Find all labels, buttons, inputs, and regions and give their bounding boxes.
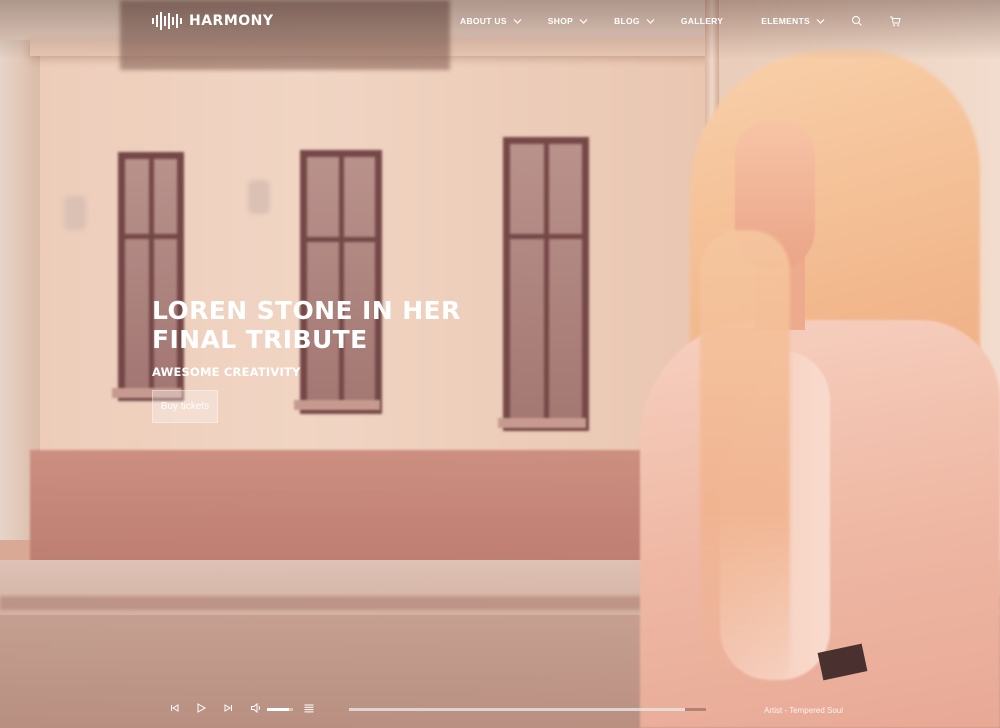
search-icon[interactable] (851, 15, 863, 27)
nav-item-about-us[interactable]: ABOUT US (460, 16, 522, 26)
chevron-down-icon (816, 18, 825, 24)
chevron-down-icon (646, 18, 655, 24)
nav-item-gallery[interactable]: GALLERY (681, 16, 723, 26)
buy-tickets-button[interactable]: Buy tickets (152, 390, 218, 423)
nav-item-elements[interactable]: ELEMENTS (761, 16, 825, 26)
nav-item-label: ABOUT US (460, 16, 507, 26)
volume-level (267, 708, 290, 711)
brand-name: HARMONY (189, 13, 274, 29)
hero-section: LOREN STONE IN HER FINAL TRIBUTE AWESOME… (152, 296, 472, 423)
nav-item-label: GALLERY (680, 16, 724, 26)
nav-item-blog[interactable]: BLOG (614, 16, 655, 26)
hero-title: LOREN STONE IN HER FINAL TRIBUTE (152, 296, 472, 354)
hero-title-line-2: FINAL TRIBUTE (152, 325, 368, 354)
chevron-down-icon (513, 18, 522, 24)
track-info: Artist - Tempered Soul (764, 706, 843, 715)
playlist-icon[interactable] (303, 702, 315, 714)
hero-subtitle: AWESOME CREATIVITY (152, 365, 301, 379)
nav-item-shop[interactable]: SHOP (548, 16, 588, 26)
hero-background-image (0, 0, 1000, 728)
chevron-down-icon (579, 18, 588, 24)
nav-item-label: SHOP (547, 16, 574, 26)
cart-icon[interactable] (889, 15, 901, 27)
audio-player: Artist - Tempered Soul (0, 696, 1000, 724)
next-icon[interactable] (222, 702, 234, 714)
page: HARMONY ABOUT US SHOP BLOG GALLERY ELEME… (0, 0, 1000, 728)
nav-item-label: BLOG (614, 16, 640, 26)
volume-slider[interactable] (267, 708, 293, 711)
nav-item-label: ELEMENTS (761, 16, 810, 26)
previous-icon[interactable] (169, 702, 181, 714)
site-header: HARMONY ABOUT US SHOP BLOG GALLERY ELEME… (0, 0, 1000, 44)
soundwave-logo-icon (152, 11, 182, 31)
progress-fill (349, 708, 685, 711)
play-icon[interactable] (195, 702, 207, 714)
progress-bar[interactable] (349, 708, 706, 711)
hero-title-line-1: LOREN STONE IN HER (152, 296, 461, 325)
main-nav: ABOUT US SHOP BLOG GALLERY ELEMENTS (460, 15, 927, 27)
site-logo[interactable]: HARMONY (152, 11, 274, 31)
volume-icon[interactable] (250, 702, 262, 714)
